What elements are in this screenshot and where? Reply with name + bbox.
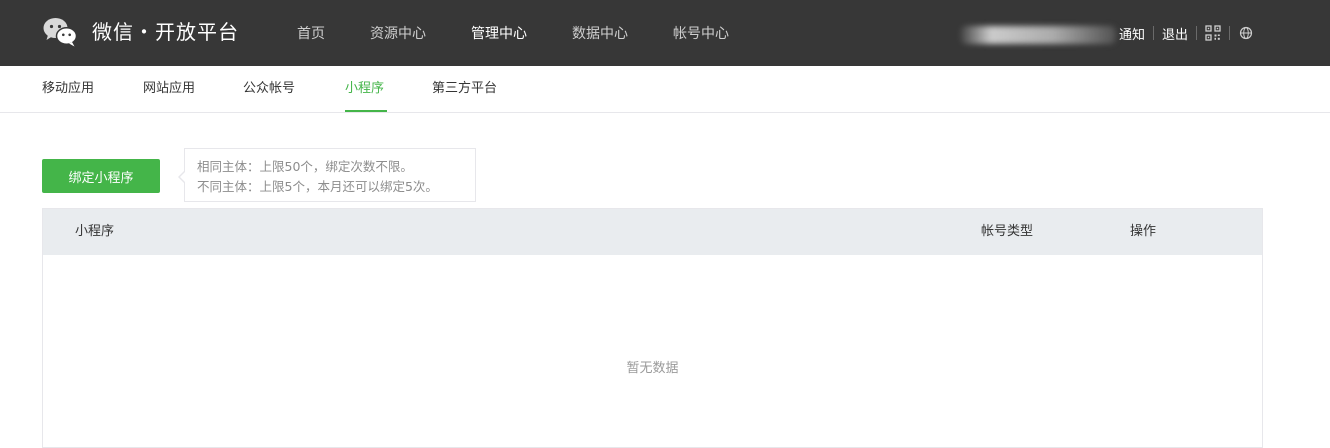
- brand-name: 微信・开放平台: [92, 20, 239, 44]
- globe-icon[interactable]: [1238, 25, 1254, 41]
- sub-nav: 移动应用 网站应用 公众帐号 小程序 第三方平台: [0, 66, 1330, 113]
- tab-website-apps[interactable]: 网站应用: [143, 66, 195, 112]
- divider: [1196, 26, 1198, 40]
- notify-link[interactable]: 通知: [1119, 24, 1145, 43]
- empty-state-text: 暂无数据: [626, 361, 679, 376]
- bind-mini-program-button[interactable]: 绑定小程序: [42, 159, 160, 193]
- bind-limit-tip: 相同主体：上限50个，绑定次数不限。 不同主体：上限5个，本月还可以绑定5次。: [184, 148, 476, 202]
- nav-management[interactable]: 管理中心: [471, 23, 527, 43]
- nav-data[interactable]: 数据中心: [572, 23, 628, 43]
- column-header-mini-program: 小程序: [75, 224, 115, 239]
- tip-line-same-entity: 相同主体：上限50个，绑定次数不限。: [197, 159, 413, 174]
- active-tab-indicator: [345, 110, 387, 112]
- tab-mini-programs[interactable]: 小程序: [345, 66, 384, 112]
- tip-arrow-inner: [180, 172, 185, 182]
- wechat-logo-icon: [43, 18, 78, 47]
- divider: [1229, 26, 1231, 40]
- tip-line-different-entity: 不同主体：上限5个，本月还可以绑定5次。: [197, 179, 438, 194]
- divider: [1153, 26, 1155, 40]
- tab-third-party-platforms[interactable]: 第三方平台: [432, 66, 497, 112]
- brand-logo[interactable]: 微信・开放平台: [42, 16, 239, 48]
- table-header: 小程序 帐号类型 操作: [43, 209, 1262, 255]
- tab-mobile-apps[interactable]: 移动应用: [42, 66, 94, 112]
- main-nav: 首页 资源中心 管理中心 数据中心 帐号中心: [297, 0, 774, 66]
- nav-home[interactable]: 首页: [297, 23, 325, 43]
- column-header-account-type: 帐号类型: [981, 224, 1034, 239]
- top-navbar: 微信・开放平台 首页 资源中心 管理中心 数据中心 帐号中心 通知 退出: [0, 0, 1330, 66]
- tab-official-accounts[interactable]: 公众帐号: [243, 66, 295, 112]
- header-actions: 通知 退出: [1119, 0, 1254, 66]
- logout-link[interactable]: 退出: [1162, 24, 1188, 43]
- nav-resources[interactable]: 资源中心: [370, 23, 426, 43]
- qrcode-icon[interactable]: [1205, 25, 1221, 41]
- column-header-actions: 操作: [1130, 224, 1157, 239]
- account-name-redacted[interactable]: [960, 26, 1116, 44]
- mini-program-table: 小程序 帐号类型 操作 暂无数据: [42, 208, 1263, 448]
- nav-account[interactable]: 帐号中心: [673, 23, 729, 43]
